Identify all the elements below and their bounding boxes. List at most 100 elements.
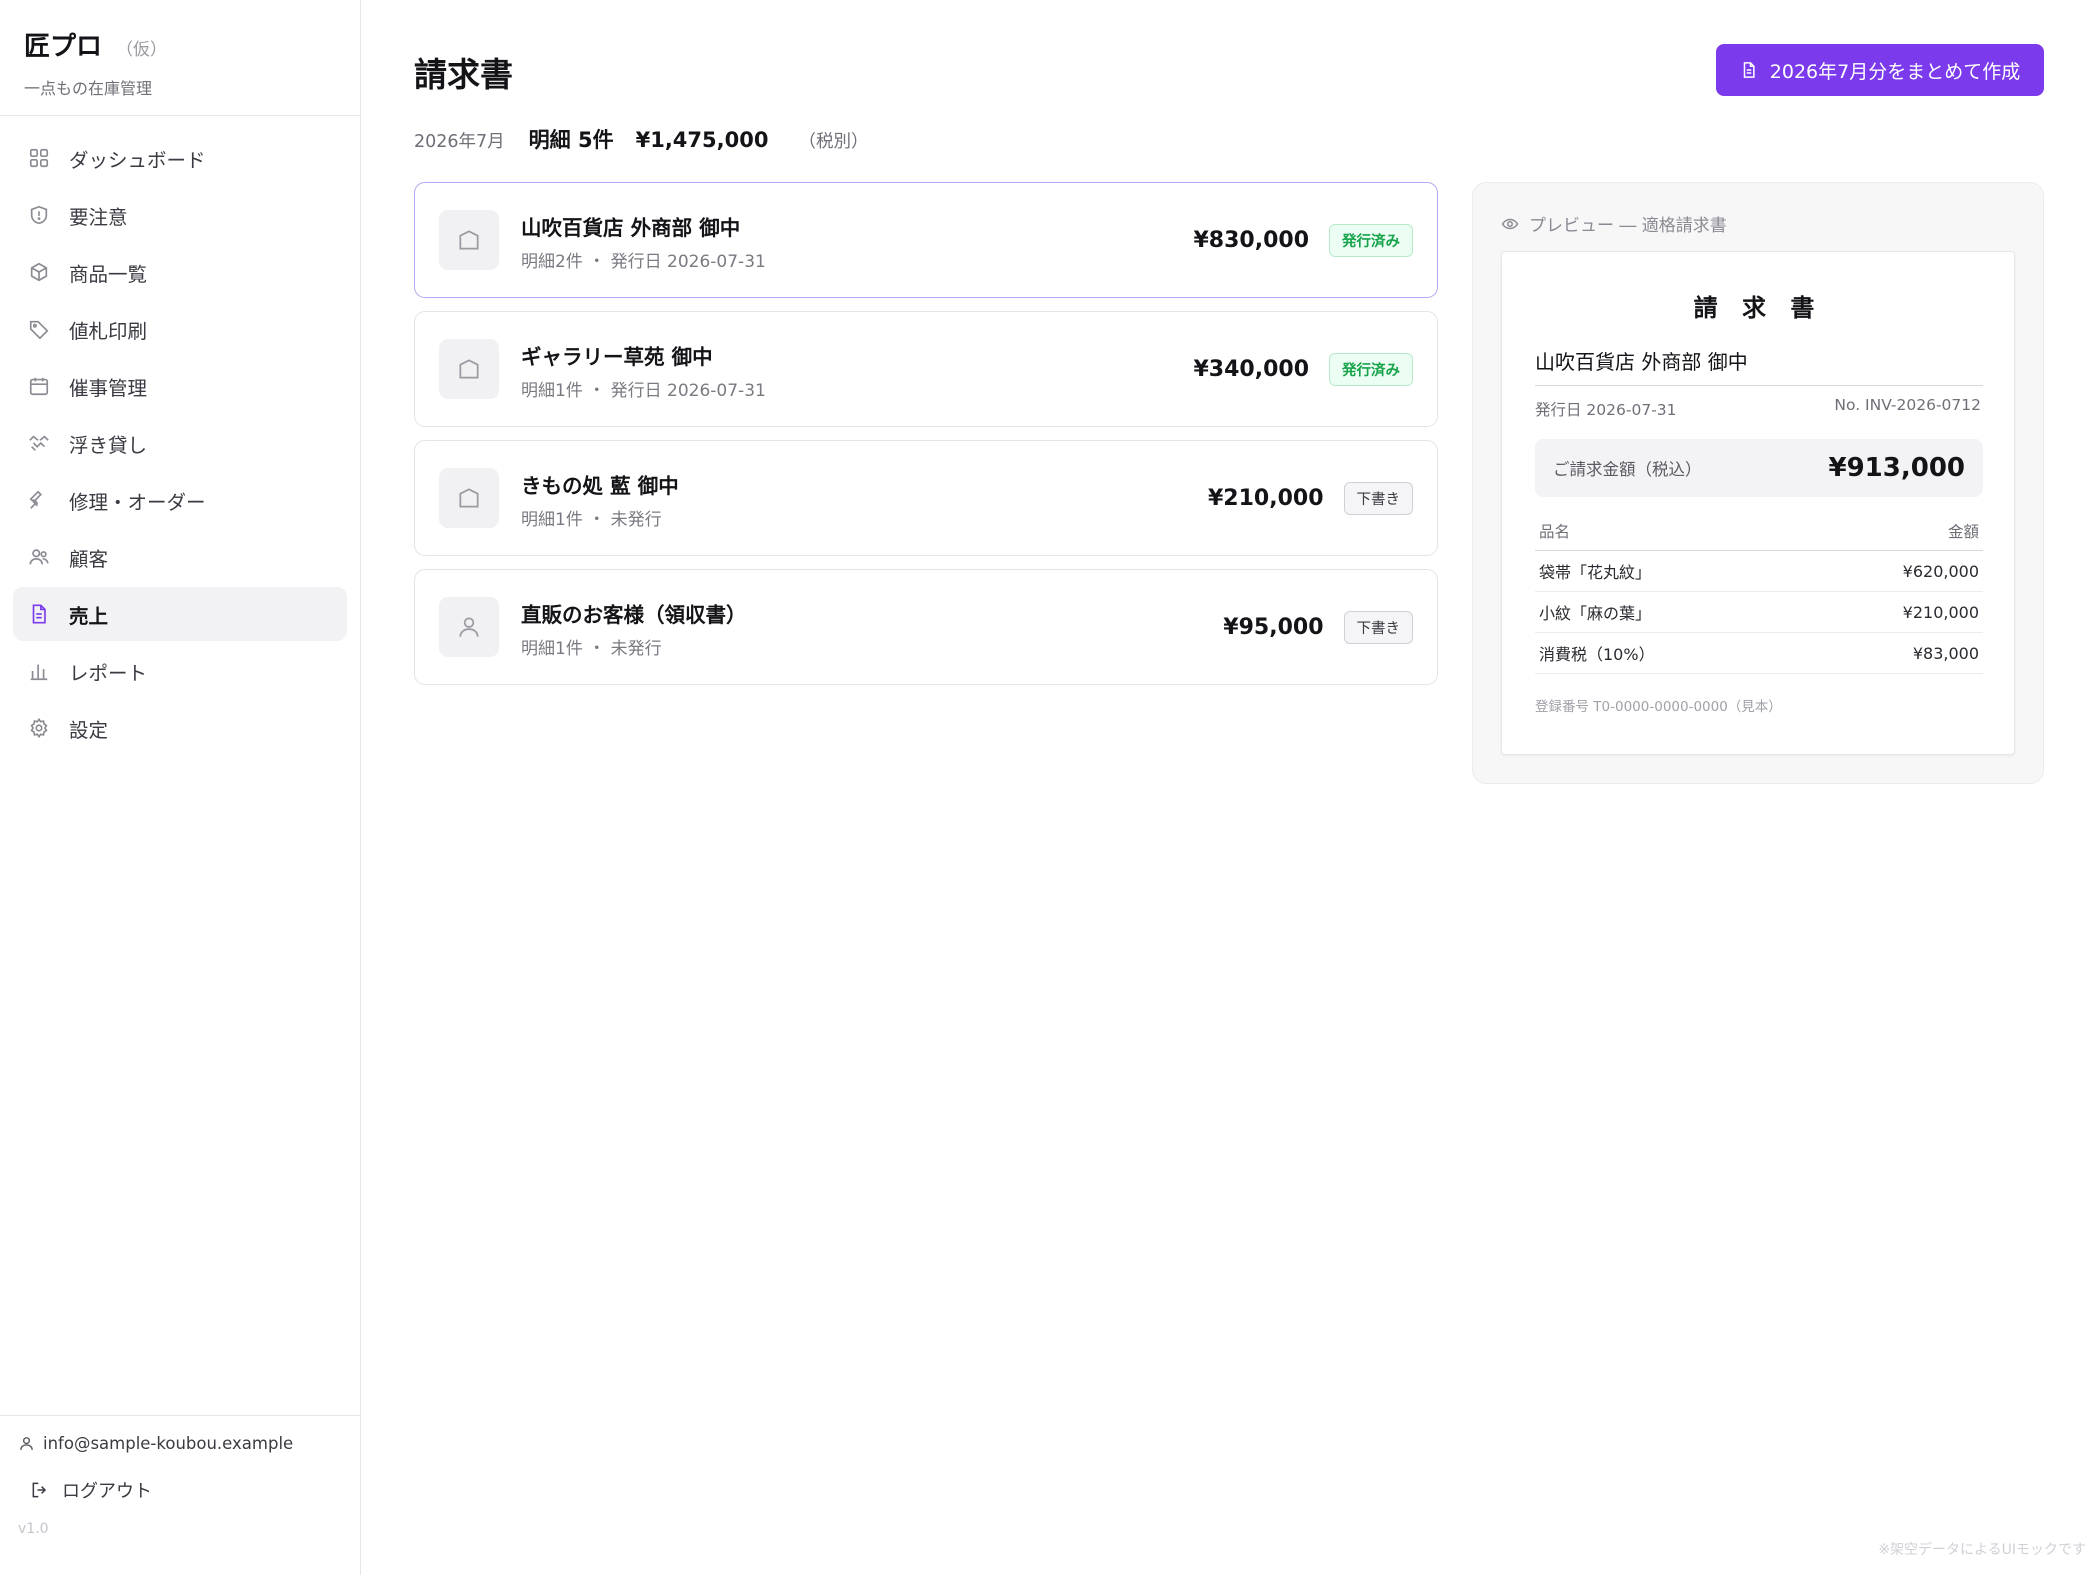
sidebar-item-dashboard[interactable]: ダッシュボード xyxy=(13,131,347,185)
create-monthly-invoices-button[interactable]: 2026年7月分をまとめて作成 xyxy=(1716,44,2044,96)
invoice-card[interactable]: 直販のお客様（領収書） 明細1件 ・ 未発行 ¥95,000 下書き xyxy=(414,569,1438,685)
gear-icon xyxy=(27,716,51,740)
person-icon xyxy=(439,597,499,657)
bar-chart-icon xyxy=(27,659,51,683)
status-badge: 下書き xyxy=(1343,610,1413,644)
app-version: v1.0 xyxy=(18,1521,49,1537)
document-recipient: 山吹百貨店 外商部 御中 xyxy=(1535,346,1983,386)
account-email: info@sample-koubou.example xyxy=(43,1434,294,1453)
sidebar-item-consignment[interactable]: 浮き貸し xyxy=(13,416,347,470)
column-header-amount: 金額 xyxy=(1947,523,1979,541)
document-icon xyxy=(27,602,51,626)
sidebar-item-events[interactable]: 催事管理 xyxy=(13,359,347,413)
user-icon xyxy=(20,1437,33,1450)
sidebar-footer: info@sample-koubou.example ログアウト v1.0 xyxy=(0,1415,360,1575)
invoice-recipient: 山吹百貨店 外商部 御中 xyxy=(521,216,741,240)
table-row: 小紋「麻の葉」 ¥210,000 xyxy=(1535,592,1983,633)
document-total-label: ご請求金額（税込） xyxy=(1553,460,1702,479)
document-total-value: ¥913,000 xyxy=(1828,453,1965,483)
sidebar-item-price-tags[interactable]: 値札印刷 xyxy=(13,302,347,356)
invoice-amount: ¥830,000 xyxy=(1193,227,1309,253)
sidebar-item-sales[interactable]: 売上 xyxy=(13,587,347,641)
sidebar-item-products[interactable]: 商品一覧 xyxy=(13,245,347,299)
building-icon xyxy=(439,339,499,399)
summary-tax-note: （税別） xyxy=(798,132,869,152)
sidebar-item-label: 値札印刷 xyxy=(69,319,148,343)
line-item: 消費税（10%） xyxy=(1539,645,1655,664)
wrench-icon xyxy=(27,488,51,512)
box-icon xyxy=(27,260,51,284)
sidebar-item-label: 設定 xyxy=(69,718,109,742)
invoice-list: 山吹百貨店 外商部 御中 明細2件 ・ 発行日 2026-07-31 ¥830,… xyxy=(414,182,1438,698)
calendar-icon xyxy=(27,374,51,398)
invoice-card[interactable]: きもの処 藍 御中 明細1件 ・ 未発行 ¥210,000 下書き xyxy=(414,440,1438,556)
line-item: 小紋「麻の葉」 xyxy=(1539,604,1652,623)
sidebar: 匠プロ （仮） 一点もの在庫管理 ダッシュボード 要注意 商品一覧 値札印刷 催… xyxy=(0,0,361,1575)
account-info: info@sample-koubou.example xyxy=(18,1434,342,1453)
shield-icon xyxy=(27,203,51,227)
sidebar-item-label: ダッシュボード xyxy=(69,148,206,172)
line-amount: ¥83,000 xyxy=(1912,643,1979,663)
document-title: 請 求 書 xyxy=(1693,294,1823,322)
grid-icon xyxy=(27,146,51,170)
app-subtitle: 一点もの在庫管理 xyxy=(24,79,153,98)
invoice-preview-panel: プレビュー ― 適格請求書 請 求 書 山吹百貨店 外商部 御中 発行日 202… xyxy=(1472,182,2044,784)
summary-month: 2026年7月 xyxy=(414,132,505,152)
users-icon xyxy=(27,545,51,569)
sidebar-item-alerts[interactable]: 要注意 xyxy=(13,188,347,242)
status-badge: 発行済み xyxy=(1329,223,1413,257)
building-icon xyxy=(439,468,499,528)
page-header: 請求書 2026年7月分をまとめて作成 xyxy=(414,44,2044,114)
sidebar-item-settings[interactable]: 設定 xyxy=(13,701,347,755)
status-badge: 下書き xyxy=(1343,481,1413,515)
table-header: 品名 金額 xyxy=(1535,520,1983,551)
invoice-card[interactable]: ギャラリー草苑 御中 明細1件 ・ 発行日 2026-07-31 ¥340,00… xyxy=(414,311,1438,427)
create-button-label: 2026年7月分をまとめて作成 xyxy=(1769,60,2021,83)
page-title: 請求書 xyxy=(414,55,513,94)
invoice-card[interactable]: 山吹百貨店 外商部 御中 明細2件 ・ 発行日 2026-07-31 ¥830,… xyxy=(414,182,1438,298)
logout-button[interactable]: ログアウト xyxy=(30,1477,342,1503)
mock-data-footnote: ※架空データによるUIモックです xyxy=(1878,1542,2086,1558)
line-item: 袋帯「花丸紋」 xyxy=(1539,563,1652,582)
invoice-document: 請 求 書 山吹百貨店 外商部 御中 発行日 2026-07-31 No. IN… xyxy=(1501,251,2015,755)
invoice-summary: 2026年7月 明細 5件 ¥1,475,000 （税別） xyxy=(414,124,868,154)
registration-number: 登録番号 T0-0000-0000-0000（見本） xyxy=(1535,699,1782,715)
preview-label-text: プレビュー ― 適格請求書 xyxy=(1529,216,1727,236)
sidebar-item-reports[interactable]: レポート xyxy=(13,644,347,698)
sidebar-item-label: 売上 xyxy=(69,604,109,628)
summary-count: 明細 5件 xyxy=(528,128,614,152)
invoice-recipient: きもの処 藍 御中 xyxy=(521,474,679,498)
invoice-amount: ¥95,000 xyxy=(1223,614,1324,640)
tag-icon xyxy=(27,317,51,341)
handshake-icon xyxy=(27,431,51,455)
document-line-table: 品名 金額 袋帯「花丸紋」 ¥620,000 小紋「麻の葉」 ¥210,000 … xyxy=(1535,520,1983,674)
building-icon xyxy=(439,210,499,270)
summary-total: ¥1,475,000 xyxy=(635,128,769,152)
sidebar-item-customers[interactable]: 顧客 xyxy=(13,530,347,584)
invoice-recipient: ギャラリー草苑 御中 xyxy=(521,345,713,369)
app-name: 匠プロ xyxy=(24,32,103,62)
status-badge: 発行済み xyxy=(1329,352,1413,386)
document-issue-date: 発行日 2026-07-31 xyxy=(1535,401,1677,419)
sidebar-item-label: レポート xyxy=(69,661,148,685)
invoice-meta: 明細1件 ・ 発行日 2026-07-31 xyxy=(521,381,766,401)
invoice-amount: ¥210,000 xyxy=(1207,485,1324,511)
preview-label: プレビュー ― 適格請求書 xyxy=(1501,211,1727,236)
sidebar-item-label: 修理・オーダー xyxy=(69,490,206,514)
sidebar-item-label: 顧客 xyxy=(69,547,109,571)
document-number: No. INV-2026-0712 xyxy=(1834,396,1981,414)
column-header-item: 品名 xyxy=(1539,523,1571,541)
logout-icon xyxy=(32,1482,47,1498)
invoice-amount: ¥340,000 xyxy=(1193,356,1309,382)
table-row: 消費税（10%） ¥83,000 xyxy=(1535,633,1983,674)
sidebar-item-label: 商品一覧 xyxy=(69,262,148,286)
line-amount: ¥210,000 xyxy=(1902,602,1979,622)
invoice-meta: 明細1件 ・ 未発行 xyxy=(521,510,662,530)
document-icon xyxy=(1743,62,1755,78)
document-total-box: ご請求金額（税込） ¥913,000 xyxy=(1535,439,1983,497)
sidebar-item-repairs[interactable]: 修理・オーダー xyxy=(13,473,347,527)
invoice-recipient: 直販のお客様（領収書） xyxy=(521,603,747,627)
sidebar-nav: ダッシュボード 要注意 商品一覧 値札印刷 催事管理 浮き貸し 修理・オーダー … xyxy=(0,116,360,755)
sidebar-item-label: 要注意 xyxy=(69,205,128,229)
invoice-meta: 明細2件 ・ 発行日 2026-07-31 xyxy=(521,252,766,272)
